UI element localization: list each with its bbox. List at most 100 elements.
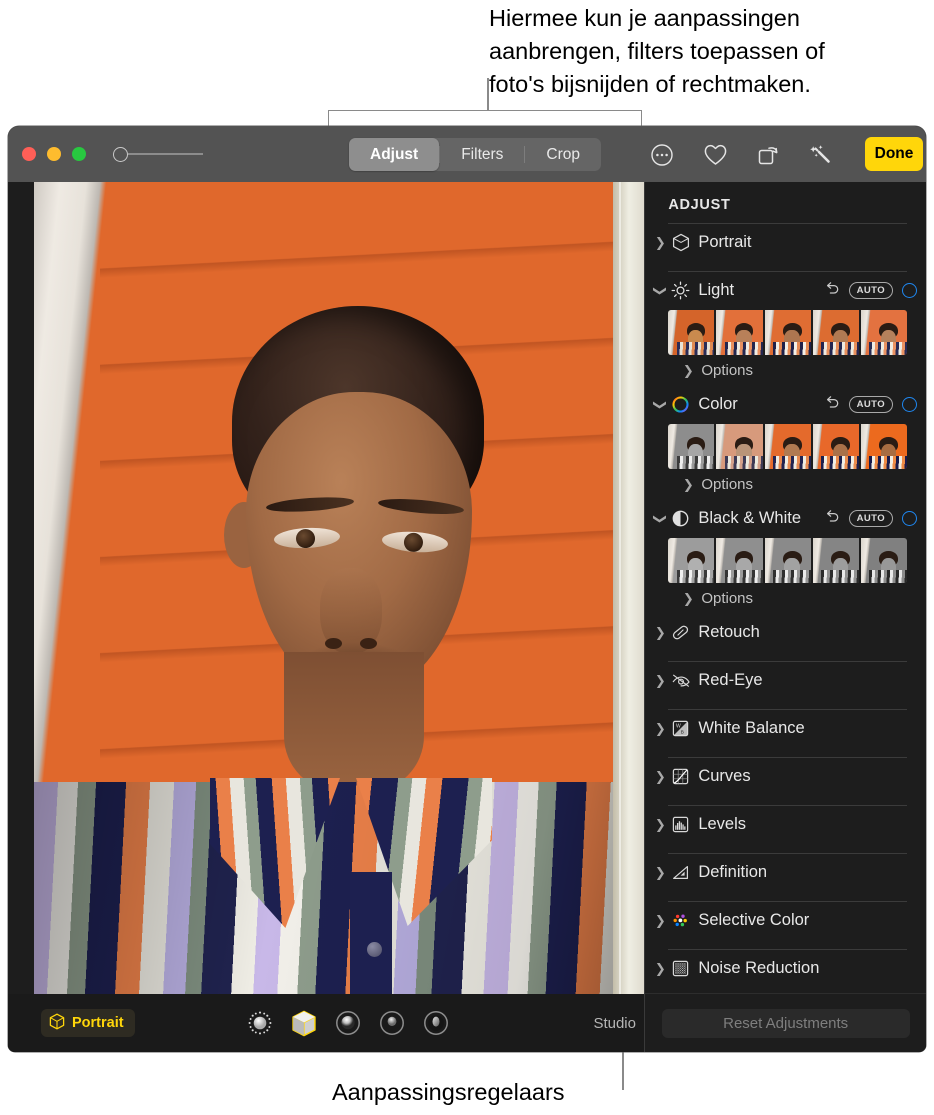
reset-arrow-icon[interactable] [825, 281, 840, 300]
section-label: Curves [698, 767, 926, 786]
tab-filters[interactable]: Filters [440, 138, 524, 171]
preset-thumbnail[interactable] [668, 424, 714, 469]
section-label: Retouch [698, 623, 926, 642]
tab-crop[interactable]: Crop [525, 138, 601, 171]
sun-icon [668, 281, 693, 300]
auto-button[interactable]: AUTO [849, 396, 893, 413]
edit-mode-segmented-control[interactable]: Adjust Filters Crop [349, 138, 601, 171]
adjust-section-color[interactable]: ❯ Color [645, 386, 926, 423]
photo-vertical-highlight [619, 182, 621, 994]
edited-photo[interactable] [34, 182, 645, 994]
adjust-section-red-eye[interactable]: ❯ Red-Eye [645, 662, 926, 699]
zoom-slider-track[interactable] [128, 153, 203, 155]
chevron-right-icon[interactable]: ❯ [652, 769, 668, 785]
chevron-right-icon[interactable]: ❯ [652, 235, 668, 251]
chevron-right-icon[interactable]: ❯ [652, 817, 668, 833]
adjust-section-retouch[interactable]: ❯ Retouch [645, 614, 926, 651]
options-label: Options [701, 590, 753, 607]
portrait-mode-chip[interactable]: Portrait [41, 1009, 135, 1037]
preset-thumbnail[interactable] [765, 538, 811, 583]
section-controls: AUTO [825, 509, 926, 528]
chevron-right-icon[interactable]: ❯ [681, 477, 695, 493]
light-options-toggle[interactable]: ❯ Options [645, 355, 926, 386]
preset-thumbnail[interactable] [813, 424, 859, 469]
bw-options-toggle[interactable]: ❯ Options [645, 583, 926, 614]
preset-thumbnail[interactable] [861, 538, 907, 583]
preset-thumbnail[interactable] [716, 310, 762, 355]
adjust-panel-title: ADJUST [645, 182, 926, 213]
preset-thumbnail[interactable] [765, 310, 811, 355]
preset-thumbnail[interactable] [861, 424, 907, 469]
curves-icon [668, 767, 693, 786]
close-button[interactable] [22, 147, 36, 161]
adjust-section-noise-reduction[interactable]: ❯ Noise Reduction [645, 950, 926, 987]
enable-toggle-ring[interactable] [902, 397, 917, 412]
color-wheel-icon [668, 395, 693, 414]
done-button[interactable]: Done [865, 137, 923, 171]
section-label: Selective Color [698, 911, 926, 930]
preset-thumbnail[interactable] [668, 538, 714, 583]
zoom-slider[interactable] [113, 147, 203, 162]
chevron-right-icon[interactable]: ❯ [652, 625, 668, 641]
reset-arrow-icon[interactable] [825, 509, 840, 528]
favorite-icon[interactable] [702, 142, 728, 168]
chevron-right-icon[interactable]: ❯ [652, 913, 668, 929]
adjust-section-white-balance[interactable]: ❯ W B White Balance [645, 710, 926, 747]
tab-adjust[interactable]: Adjust [349, 138, 439, 171]
enable-toggle-ring[interactable] [902, 511, 917, 526]
reset-adjustments-button[interactable]: Reset Adjustments [662, 1009, 910, 1038]
chevron-right-icon[interactable]: ❯ [681, 363, 695, 379]
adjust-section-black-and-white[interactable]: ❯ Black & White AUTO [645, 500, 926, 537]
section-label: Color [698, 395, 824, 414]
lighting-contour-light[interactable] [335, 1010, 361, 1036]
enable-toggle-ring[interactable] [902, 283, 917, 298]
top-callout-bracket [328, 110, 642, 127]
minimize-button[interactable] [47, 147, 61, 161]
lighting-stage-light[interactable] [379, 1010, 405, 1036]
magic-wand-icon[interactable] [808, 142, 834, 168]
preset-thumbnail[interactable] [813, 538, 859, 583]
chevron-down-icon[interactable]: ❯ [652, 511, 668, 527]
photo-shirt-placket [350, 872, 392, 994]
adjust-section-selective-color[interactable]: ❯ Selective Color [645, 902, 926, 939]
rotate-icon[interactable] [755, 142, 781, 168]
adjust-section-definition[interactable]: ❯ Definition [645, 854, 926, 891]
chevron-right-icon[interactable]: ❯ [652, 721, 668, 737]
reset-arrow-icon[interactable] [825, 395, 840, 414]
light-presets-strip[interactable] [668, 310, 907, 355]
chevron-down-icon[interactable]: ❯ [652, 397, 668, 413]
more-options-icon[interactable] [649, 142, 675, 168]
preset-thumbnail[interactable] [813, 310, 859, 355]
preset-thumbnail[interactable] [716, 538, 762, 583]
zoom-button[interactable] [72, 147, 86, 161]
adjust-panel-scroll[interactable]: ADJUST ❯ Portrait ❯ [645, 182, 926, 994]
lighting-natural-light[interactable] [247, 1010, 273, 1036]
color-presets-strip[interactable] [668, 424, 907, 469]
color-options-toggle[interactable]: ❯ Options [645, 469, 926, 500]
bandage-icon [668, 623, 693, 642]
zoom-slider-knob[interactable] [113, 147, 128, 162]
preset-thumbnail[interactable] [861, 310, 907, 355]
adjust-section-levels[interactable]: ❯ Levels [645, 806, 926, 843]
chevron-right-icon[interactable]: ❯ [681, 591, 695, 607]
adjust-section-light[interactable]: ❯ Light AUTO [645, 272, 926, 309]
bw-presets-strip[interactable] [668, 538, 907, 583]
adjust-section-portrait[interactable]: ❯ Portrait [645, 224, 926, 261]
preset-thumbnail[interactable] [668, 310, 714, 355]
auto-button[interactable]: AUTO [849, 510, 893, 527]
window-titlebar: Adjust Filters Crop [8, 126, 926, 182]
auto-button[interactable]: AUTO [849, 282, 893, 299]
chevron-right-icon[interactable]: ❯ [652, 673, 668, 689]
preset-thumbnail[interactable] [716, 424, 762, 469]
photo-bottom-bar: Portrait [8, 994, 645, 1052]
chevron-right-icon[interactable]: ❯ [652, 865, 668, 881]
lighting-studio-light[interactable] [291, 1010, 317, 1036]
portrait-lighting-modes [247, 1010, 449, 1036]
chevron-right-icon[interactable]: ❯ [652, 961, 668, 977]
lighting-stage-light-mono[interactable] [423, 1010, 449, 1036]
adjust-section-curves[interactable]: ❯ Curves [645, 758, 926, 795]
current-lighting-label: Studio [593, 1015, 636, 1032]
white-balance-icon: W B [668, 719, 693, 738]
chevron-down-icon[interactable]: ❯ [652, 283, 668, 299]
preset-thumbnail[interactable] [765, 424, 811, 469]
